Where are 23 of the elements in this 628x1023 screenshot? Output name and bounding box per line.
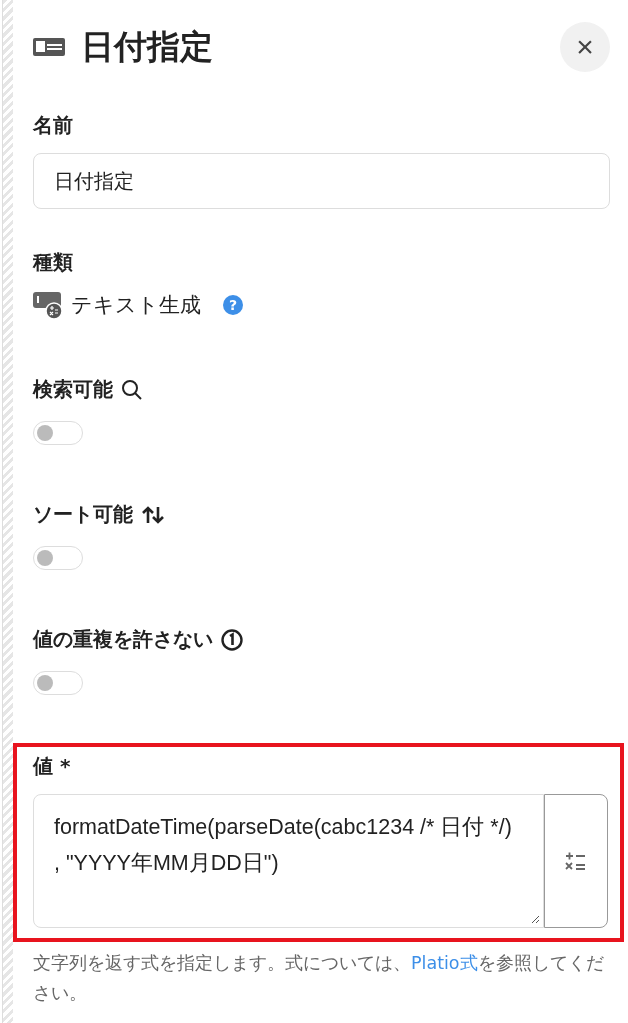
field-label: 値の重複を許さない (33, 626, 213, 653)
field-label: 種類 (33, 249, 74, 276)
toggle-switch[interactable] (33, 546, 83, 570)
formula-button[interactable] (544, 794, 608, 928)
close-button[interactable]: × (560, 22, 610, 72)
name-input-field[interactable]: 日付指定 (33, 153, 610, 209)
field-label: 検索可能 (33, 376, 113, 403)
panel-title: 日付指定 (81, 25, 214, 68)
help-text: 文字列を返す式を指定します。式については、Platio式を参照してください。 (33, 952, 605, 1005)
formula-icon (565, 851, 587, 871)
toggle-switch[interactable] (33, 421, 83, 445)
field-label: 値 * (33, 753, 72, 780)
resize-handle-icon (530, 914, 540, 924)
field-label: 名前 (33, 112, 74, 139)
toggle-switch[interactable] (33, 671, 83, 695)
field-label: ソート可能 (33, 501, 133, 528)
formula-text-area[interactable]: formatDateTime(parseDate(cabc1234 /* 日付 */) , "YYYY年MM月DD日") (33, 794, 544, 928)
card-icon (33, 38, 65, 56)
search-icon (121, 378, 143, 401)
info-icon (221, 628, 243, 651)
sort-arrows-icon (141, 504, 165, 525)
text-formula-icon (33, 290, 63, 320)
type-value: テキスト生成 (71, 292, 201, 319)
